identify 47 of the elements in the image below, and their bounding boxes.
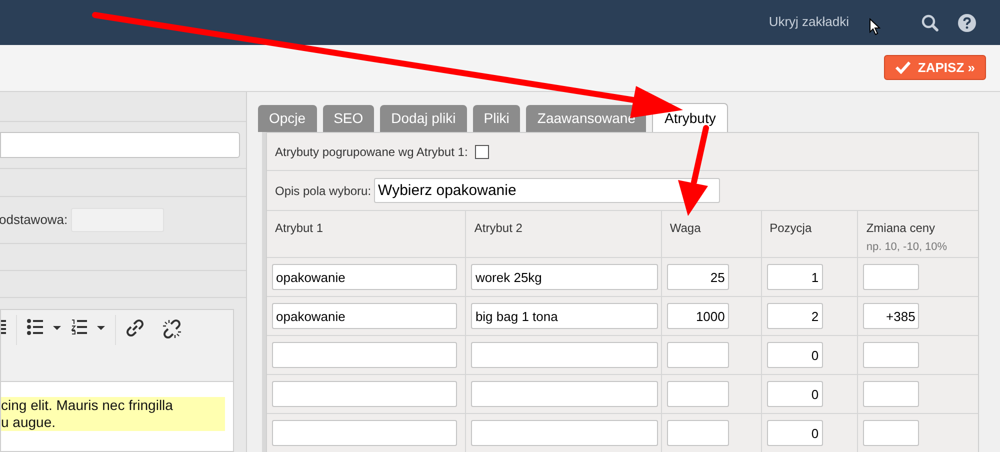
input-field[interactable] <box>666 420 729 446</box>
input-field[interactable] <box>863 381 920 407</box>
input-field[interactable]: 25 <box>666 264 729 290</box>
grouped-label: Atrybuty pogrupowane wg Atrybut 1: <box>275 144 468 160</box>
input-field[interactable] <box>272 342 457 368</box>
input-field[interactable] <box>863 420 920 446</box>
input-field[interactable]: opakowanie <box>272 303 457 329</box>
numbered-list-icon[interactable] <box>71 319 105 335</box>
input-field[interactable]: 0 <box>766 381 823 407</box>
input-field[interactable] <box>471 342 658 368</box>
link-icon[interactable] <box>126 319 144 337</box>
input-field[interactable]: +385 <box>863 303 920 329</box>
column-header: Zmiana ceny <box>866 220 936 237</box>
choice-label: Opis pola wyboru: <box>275 182 372 200</box>
input-field[interactable] <box>471 420 658 446</box>
text-field[interactable] <box>0 132 240 158</box>
input-field[interactable] <box>666 381 729 407</box>
input-field[interactable]: opakowanie <box>272 264 457 290</box>
checkbox[interactable] <box>474 144 489 158</box>
input-field[interactable]: 1000 <box>666 303 729 329</box>
unlink-icon[interactable] <box>162 319 182 339</box>
input-field[interactable]: 0 <box>766 342 823 368</box>
search-icon[interactable] <box>921 14 939 32</box>
input-field[interactable]: worek 25kg <box>471 264 658 290</box>
column-header: Pozycja <box>770 220 812 237</box>
input-field[interactable] <box>863 264 920 290</box>
input-field[interactable] <box>666 342 729 368</box>
column-hint: np. 10, -10, 10% <box>866 240 948 255</box>
input-field[interactable]: 1 <box>766 264 823 290</box>
input-field[interactable] <box>272 420 457 446</box>
column-header: Atrybut 2 <box>474 220 522 237</box>
column-header: Waga <box>670 220 701 237</box>
bullet-list-icon[interactable] <box>27 319 61 335</box>
checkmark-icon <box>894 61 911 74</box>
input-field[interactable] <box>272 381 457 407</box>
input-field[interactable] <box>863 342 920 368</box>
choice-field[interactable]: Wybierz opakowanie <box>374 178 720 203</box>
input-field[interactable]: 0 <box>766 420 823 446</box>
align-icon[interactable] <box>1 319 6 335</box>
cursor-icon <box>869 18 881 36</box>
input-field[interactable] <box>471 381 658 407</box>
column-header: Atrybut 1 <box>275 220 324 237</box>
input-field[interactable]: big bag 1 tona <box>471 303 658 329</box>
help-icon[interactable] <box>958 14 976 32</box>
hide-tabs-link[interactable]: Ukryj zakładki <box>768 12 849 32</box>
highlighted-text: cing elit. Mauris nec fringilla u augue. <box>1 397 225 431</box>
input-field[interactable]: 2 <box>766 303 823 329</box>
